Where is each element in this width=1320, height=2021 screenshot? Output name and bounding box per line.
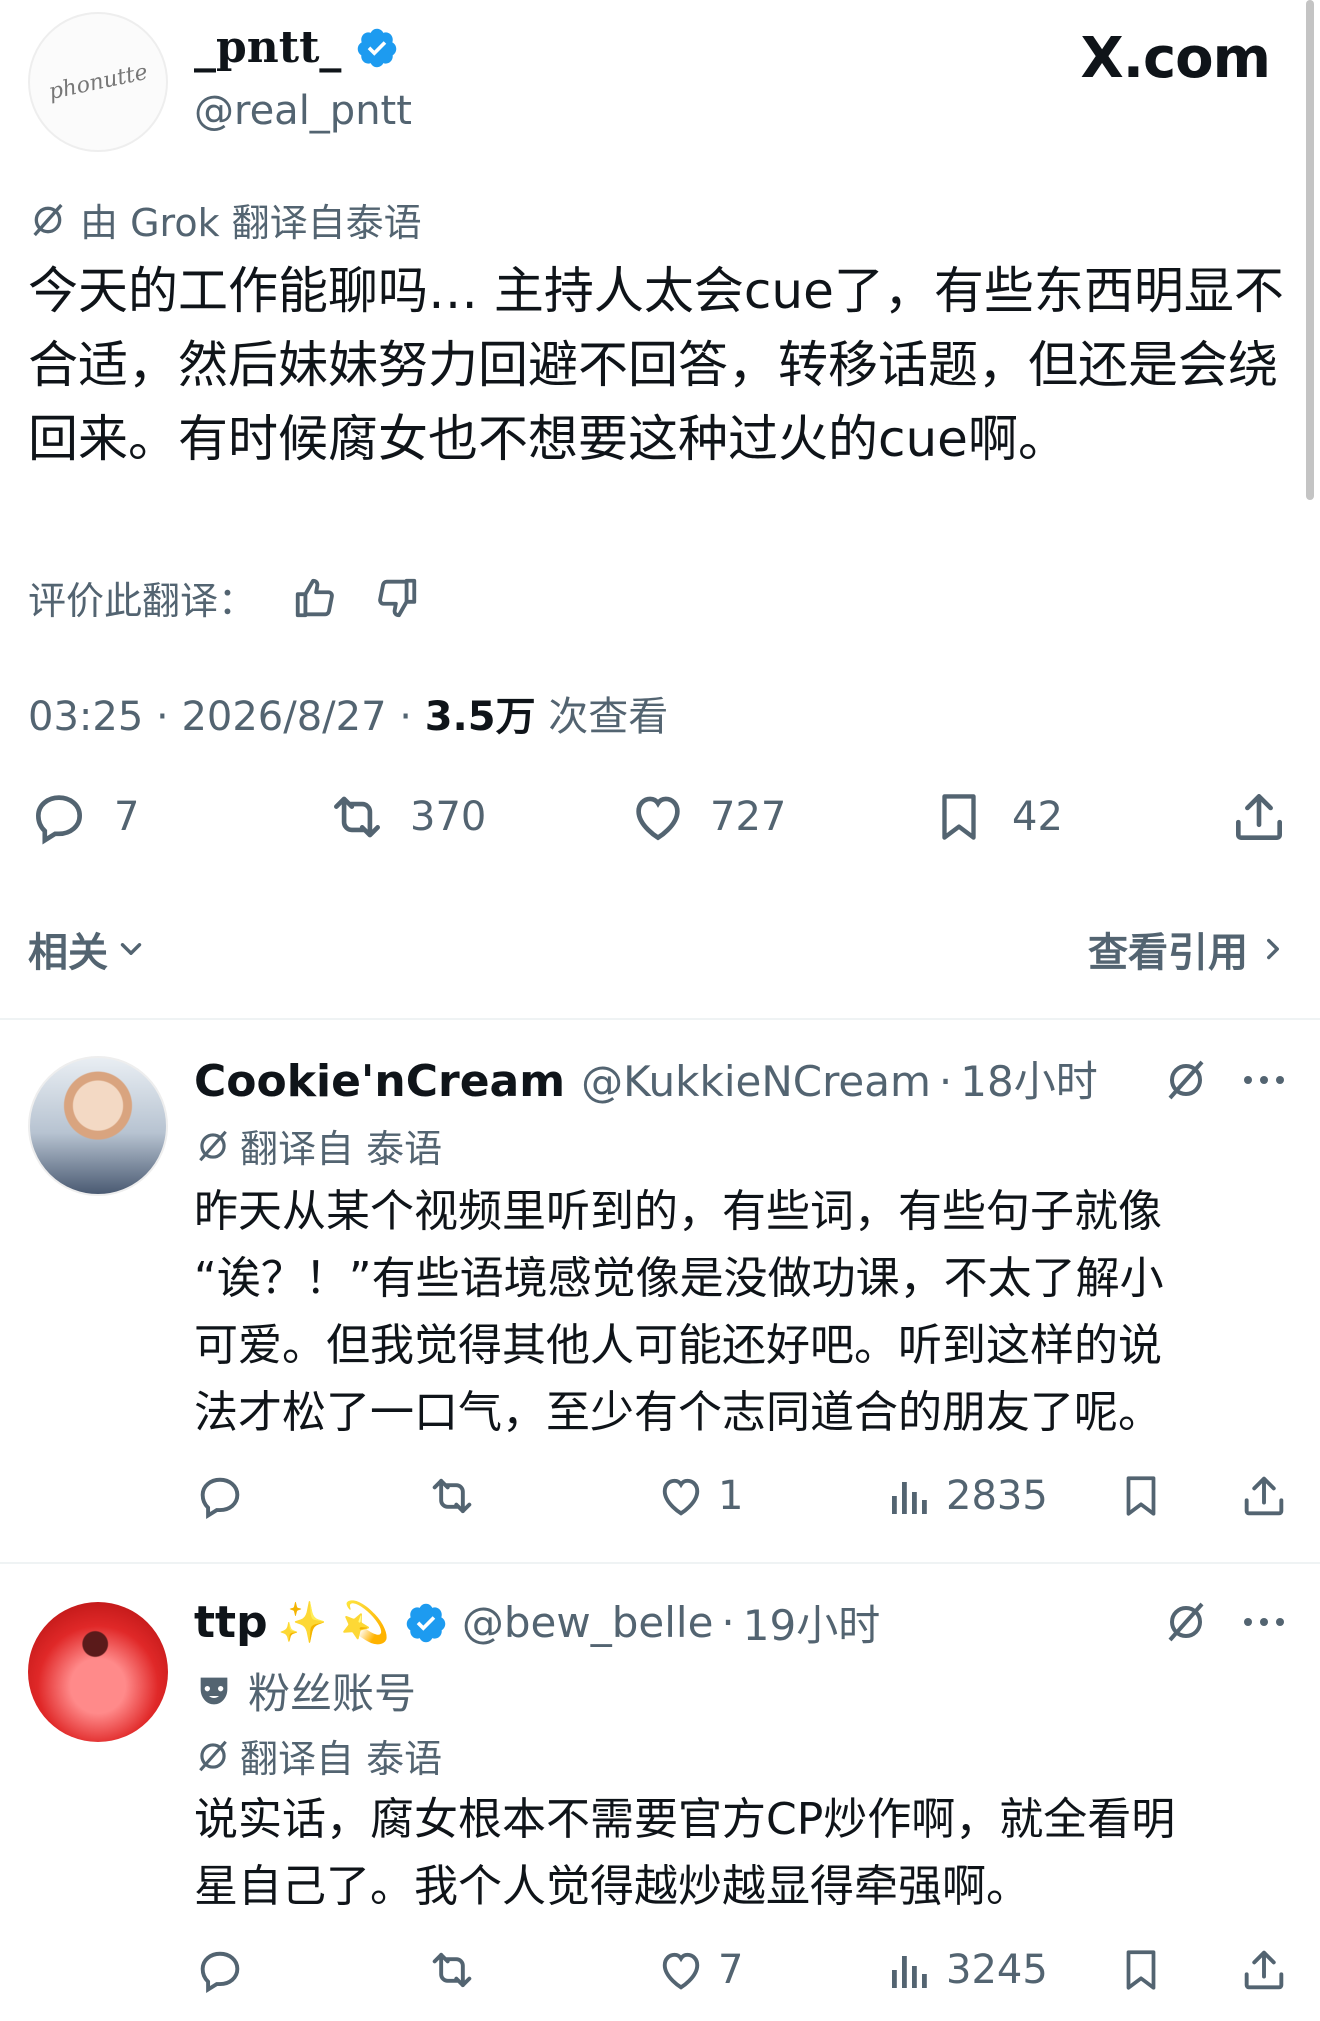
reply-count: 7 xyxy=(114,794,140,840)
views-count: 2835 xyxy=(946,1473,1048,1519)
view-quotes-label: 查看引用 xyxy=(1088,930,1248,976)
tweet-date[interactable]: 2026/8/27 xyxy=(181,694,386,740)
repost-icon xyxy=(324,786,390,848)
more-options-icon[interactable] xyxy=(1240,1608,1288,1636)
reply-button[interactable]: 7 xyxy=(28,786,139,848)
reply-handle[interactable]: @KukkieNCream xyxy=(581,1057,931,1106)
reply-body-line: 说实话，腐女根本不需要官方CP炒作啊，就全看明 xyxy=(194,1794,1176,1845)
translate-icon xyxy=(194,1127,232,1165)
reply-translation-note[interactable]: 翻译自 泰语 xyxy=(240,1118,442,1173)
verified-badge-icon xyxy=(404,1601,448,1645)
reply-time[interactable]: 19小时 xyxy=(743,1592,880,1653)
author-handle[interactable]: @real_pntt xyxy=(194,88,412,134)
views-button[interactable]: 3245 xyxy=(886,1944,1048,1996)
more-options-icon[interactable] xyxy=(1240,1066,1288,1094)
site-label: X.com xyxy=(1080,26,1271,91)
scrollbar[interactable] xyxy=(1306,0,1314,500)
repost-count: 370 xyxy=(410,794,487,840)
section-divider xyxy=(0,1562,1320,1564)
reply-body-line: 可爱。但我觉得其他人可能还好吧。听到这样的说 xyxy=(194,1320,1162,1371)
section-divider xyxy=(0,1018,1320,1020)
related-label: 相关 xyxy=(28,930,108,976)
reply-avatar[interactable] xyxy=(28,1056,168,1196)
repost-icon xyxy=(424,1470,480,1522)
share-icon xyxy=(1238,1944,1290,1996)
reply-avatar[interactable] xyxy=(28,1602,168,1742)
like-count: 7 xyxy=(718,1947,744,1993)
reply-display-name[interactable]: ttp xyxy=(194,1597,268,1648)
translate-icon xyxy=(194,1737,232,1775)
reply-body-line: 法才松了一口气，至少有个志同道合的朋友了呢。 xyxy=(194,1387,1162,1438)
chevron-down-icon xyxy=(114,932,148,966)
bookmark-icon xyxy=(930,786,988,848)
reply-display-name[interactable]: Cookie'nCream xyxy=(194,1056,565,1107)
views-count: 3245 xyxy=(946,1947,1048,1993)
repost-button[interactable] xyxy=(424,1470,480,1522)
fan-account-mask-icon xyxy=(194,1671,234,1711)
reply-translation-note[interactable]: 翻译自 泰语 xyxy=(240,1728,442,1783)
fan-account-label: 粉丝账号 xyxy=(248,1669,417,1718)
rate-translation-label: 评价此翻译： xyxy=(28,579,257,623)
separator: · xyxy=(156,694,169,740)
views-chart-icon xyxy=(886,1470,934,1522)
bookmark-button[interactable] xyxy=(1116,1470,1166,1522)
heart-icon xyxy=(654,1470,708,1522)
bookmark-button[interactable] xyxy=(1116,1944,1166,1996)
views-chart-icon xyxy=(886,1944,934,1996)
bookmark-button[interactable]: 42 xyxy=(930,786,1063,848)
tweet-body: 今天的工作能聊吗… 主持人太会cue了，有些东西明显不合适，然后妹妹努力回避不回… xyxy=(28,262,1284,468)
reply-icon xyxy=(194,1470,246,1522)
thumbs-down-icon[interactable] xyxy=(374,575,420,621)
heart-icon xyxy=(654,1944,708,1996)
reply-button[interactable] xyxy=(194,1470,246,1522)
translate-icon[interactable] xyxy=(1162,1056,1210,1104)
reply-body: 昨天从某个视频里听到的，有些词，有些句子就像 “诶？！”有些语境感觉像是没做功课… xyxy=(194,1178,1164,1446)
separator: · xyxy=(399,694,412,740)
reply-button[interactable] xyxy=(194,1944,246,1996)
heart-icon xyxy=(626,786,690,848)
bookmark-count: 42 xyxy=(1012,794,1063,840)
share-icon xyxy=(1228,786,1290,848)
thumbs-up-icon[interactable] xyxy=(292,575,338,621)
views-label: 次查看 xyxy=(548,694,669,740)
avatar-signature: phonutte xyxy=(46,59,150,105)
chevron-right-icon xyxy=(1256,932,1290,966)
verified-badge-icon xyxy=(355,26,399,70)
translate-icon[interactable] xyxy=(1162,1598,1210,1646)
repost-button[interactable] xyxy=(424,1944,480,1996)
tweet-time[interactable]: 03:25 xyxy=(28,694,143,740)
reply-body-line: “诶？！”有些语境感觉像是没做功课，不太了解小 xyxy=(194,1253,1164,1304)
related-dropdown[interactable]: 相关 xyxy=(28,920,148,978)
author-avatar[interactable]: phonutte xyxy=(28,12,168,152)
share-icon xyxy=(1238,1470,1290,1522)
like-button[interactable]: 727 xyxy=(626,786,786,848)
translation-note[interactable]: 由 Grok 翻译自泰语 xyxy=(80,192,422,247)
bookmark-icon xyxy=(1116,1470,1166,1522)
bookmark-icon xyxy=(1116,1944,1166,1996)
repost-icon xyxy=(424,1944,480,1996)
views-count: 3.5万 xyxy=(424,694,536,740)
views-button[interactable]: 2835 xyxy=(886,1470,1048,1522)
like-button[interactable]: 7 xyxy=(654,1944,743,1996)
share-button[interactable] xyxy=(1238,1470,1290,1522)
like-count: 727 xyxy=(710,794,787,840)
separator: · xyxy=(938,1057,953,1106)
translate-icon xyxy=(28,200,68,240)
reply-icon xyxy=(194,1944,246,1996)
reply-body: 说实话，腐女根本不需要官方CP炒作啊，就全看明 星自己了。我个人觉得越炒越显得牵… xyxy=(194,1786,1175,1920)
reply-time[interactable]: 18小时 xyxy=(960,1048,1097,1109)
share-button[interactable] xyxy=(1238,1944,1290,1996)
author-display-name[interactable]: _pntt_ xyxy=(194,22,341,73)
reply-body-line: 昨天从某个视频里听到的，有些词，有些句子就像 xyxy=(194,1186,1162,1237)
separator: · xyxy=(721,1598,735,1647)
like-count: 1 xyxy=(718,1473,744,1519)
repost-button[interactable]: 370 xyxy=(324,786,486,848)
like-button[interactable]: 1 xyxy=(654,1470,743,1522)
share-button[interactable] xyxy=(1228,786,1290,848)
view-quotes-link[interactable]: 查看引用 xyxy=(1088,920,1290,978)
reply-icon xyxy=(28,786,90,848)
reply-body-line: 星自己了。我个人觉得越炒越显得牵强啊。 xyxy=(194,1861,1030,1912)
sparkle-emoji: ✨ 💫 xyxy=(277,1600,390,1646)
reply-handle[interactable]: @bew_belle xyxy=(462,1598,714,1647)
